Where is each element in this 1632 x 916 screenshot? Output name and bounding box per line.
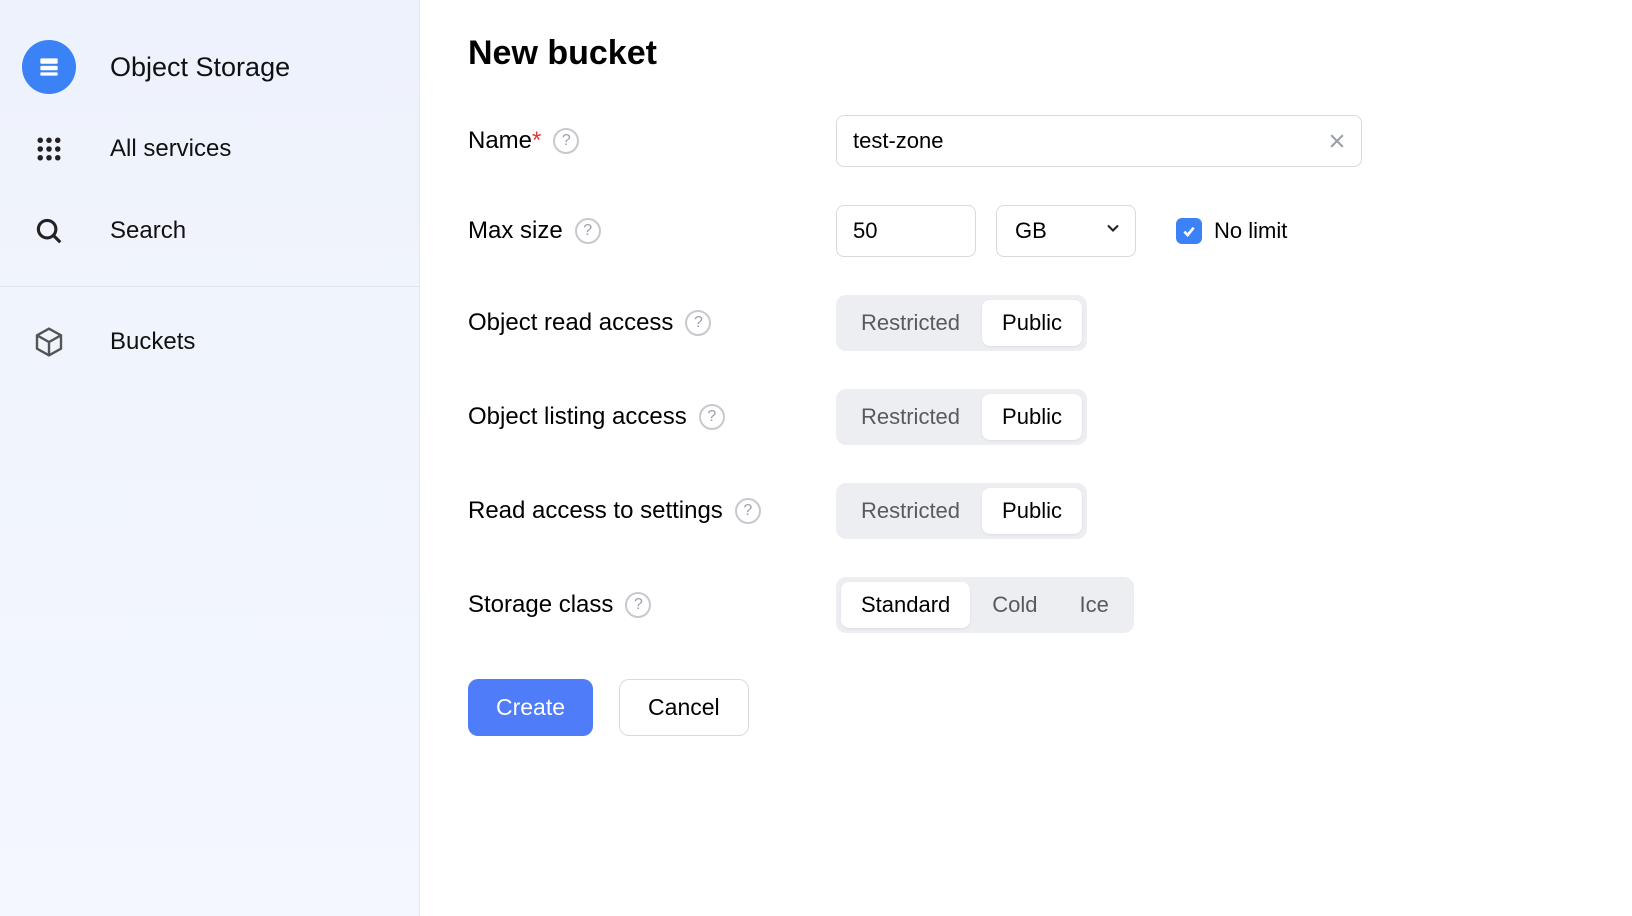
sidebar: Object Storage All services Search Bucke…: [0, 0, 420, 916]
close-icon: [1327, 131, 1347, 151]
required-mark: *: [532, 127, 541, 154]
segmented-settings-read: Restricted Public: [836, 483, 1087, 539]
sidebar-item-all-services[interactable]: All services: [0, 108, 419, 190]
seg-cold[interactable]: Cold: [972, 582, 1057, 628]
chevron-down-icon: [1103, 218, 1123, 244]
label-settings-read: Read access to settings ?: [468, 497, 836, 525]
row-name: Name* ?: [468, 115, 1584, 167]
row-max-size: Max size ? GB No limit: [468, 205, 1584, 257]
seg-public[interactable]: Public: [982, 394, 1082, 440]
seg-public[interactable]: Public: [982, 300, 1082, 346]
unit-select[interactable]: GB: [996, 205, 1136, 257]
label-object-read: Object read access ?: [468, 309, 836, 337]
cancel-button[interactable]: Cancel: [619, 679, 749, 736]
help-icon[interactable]: ?: [575, 218, 601, 244]
seg-restricted[interactable]: Restricted: [841, 300, 980, 346]
sidebar-label: All services: [110, 135, 231, 163]
help-icon[interactable]: ?: [735, 498, 761, 524]
seg-ice[interactable]: Ice: [1060, 582, 1129, 628]
form-actions: Create Cancel: [468, 679, 1584, 736]
help-icon[interactable]: ?: [685, 310, 711, 336]
row-object-read: Object read access ? Restricted Public: [468, 295, 1584, 351]
sidebar-item-buckets[interactable]: Buckets: [0, 301, 419, 383]
divider: [0, 286, 419, 287]
grid-icon: [22, 122, 76, 176]
sidebar-label: Buckets: [110, 328, 195, 356]
clear-name-button[interactable]: [1322, 126, 1352, 156]
sidebar-label: Object Storage: [110, 52, 290, 83]
max-size-input[interactable]: [836, 205, 976, 257]
sidebar-item-search[interactable]: Search: [0, 190, 419, 272]
seg-restricted[interactable]: Restricted: [841, 488, 980, 534]
label-name: Name* ?: [468, 127, 836, 155]
segmented-storage-class: Standard Cold Ice: [836, 577, 1134, 633]
help-icon[interactable]: ?: [625, 592, 651, 618]
seg-restricted[interactable]: Restricted: [841, 394, 980, 440]
checkbox-checked-icon: [1176, 218, 1202, 244]
main-content: New bucket Name* ? Max size ? GB: [420, 0, 1632, 916]
row-object-listing: Object listing access ? Restricted Publi…: [468, 389, 1584, 445]
page-title: New bucket: [468, 34, 1584, 73]
segmented-object-read: Restricted Public: [836, 295, 1087, 351]
storage-icon: [22, 40, 76, 94]
search-icon: [22, 204, 76, 258]
seg-standard[interactable]: Standard: [841, 582, 970, 628]
cube-icon: [22, 315, 76, 369]
sidebar-item-object-storage[interactable]: Object Storage: [0, 26, 419, 108]
sidebar-label: Search: [110, 217, 186, 245]
bucket-name-input[interactable]: [836, 115, 1362, 167]
help-icon[interactable]: ?: [553, 128, 579, 154]
row-settings-read: Read access to settings ? Restricted Pub…: [468, 483, 1584, 539]
label-object-listing: Object listing access ?: [468, 403, 836, 431]
no-limit-checkbox[interactable]: No limit: [1176, 218, 1287, 244]
help-icon[interactable]: ?: [699, 404, 725, 430]
segmented-object-listing: Restricted Public: [836, 389, 1087, 445]
row-storage-class: Storage class ? Standard Cold Ice: [468, 577, 1584, 633]
label-max-size: Max size ?: [468, 217, 836, 245]
create-button[interactable]: Create: [468, 679, 593, 736]
seg-public[interactable]: Public: [982, 488, 1082, 534]
label-storage-class: Storage class ?: [468, 591, 836, 619]
